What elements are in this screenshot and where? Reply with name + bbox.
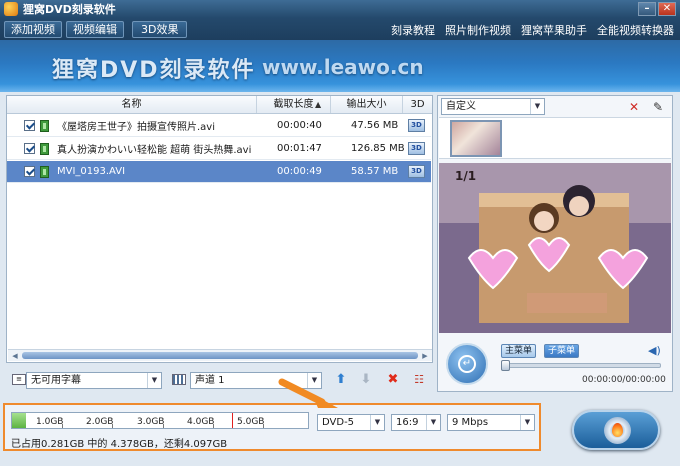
disc-tick-label: 5.0GB (237, 417, 265, 427)
3d-badge-icon[interactable]: 3D (408, 142, 425, 155)
subtitle-icon: ≡ (12, 374, 26, 385)
file-size: 47.56 MB (351, 120, 399, 131)
chevron-down-icon: ▼ (530, 99, 544, 114)
banner: 狸窝DVD刻录软件 www.leawo.cn (0, 40, 680, 92)
volume-icon[interactable]: ◀) (648, 344, 661, 357)
preview-overlay-text: 1/1 (455, 169, 477, 183)
edit-video-button[interactable]: 视频编辑 (66, 20, 124, 38)
remove-template-icon[interactable]: ✕ (626, 99, 642, 115)
pointer-arrow-icon (278, 378, 338, 408)
sub-menu-button[interactable]: 子菜单 (544, 344, 580, 358)
disc-tick-label: 1.0GB (36, 417, 64, 427)
row-checkbox[interactable] (24, 120, 35, 131)
add-video-button[interactable]: 添加视频 (4, 20, 62, 38)
audio-track-icon (172, 374, 186, 385)
menu-navigation-pad[interactable]: ↵ (446, 343, 488, 385)
disc-capacity-marker (232, 413, 233, 428)
bitrate-select[interactable]: 9 Mbps ▼ (447, 414, 535, 431)
top-links: 刻录教程 照片制作视频 狸窝苹果助手 全能视频转换器 (391, 22, 674, 38)
disc-tick-label: 3.0GB (137, 417, 165, 427)
disc-capacity-bar: 1.0GB 2.0GB 3.0GB 4.0GB 5.0GB (11, 412, 309, 429)
sort-arrow-icon: ▲ (315, 100, 322, 109)
preview-artwork (439, 163, 671, 333)
row-checkbox[interactable] (24, 143, 35, 154)
file-list-panel: 名称 截取长度 输出大小 3D ▲ 《屋塔房王世子》拍摄宣传照片.avi 00:… (6, 95, 433, 363)
aspect-ratio-select[interactable]: 16:9 ▼ (391, 414, 441, 431)
banner-url: www.leawo.cn (262, 55, 424, 79)
main-menu-button[interactable]: 主菜单 (501, 344, 537, 358)
table-row[interactable]: 《屋塔房王世子》拍摄宣传照片.avi 00:00:40 47.56 MB 3D (7, 115, 431, 137)
menu-template-value: 自定义 (446, 101, 476, 112)
video-file-icon (40, 142, 49, 155)
burn-button[interactable] (572, 410, 660, 450)
link-video-converter[interactable]: 全能视频转换器 (597, 22, 674, 38)
3d-badge-icon[interactable]: 3D (408, 119, 425, 132)
flame-icon (612, 423, 623, 437)
row-checkbox[interactable] (24, 166, 35, 177)
aspect-ratio-value: 16:9 (396, 417, 419, 428)
file-duration: 00:00:40 (277, 120, 322, 131)
file-duration: 00:01:47 (277, 143, 322, 154)
file-size: 126.85 MB (351, 143, 405, 154)
horizontal-scrollbar[interactable]: ◀ ▶ (8, 349, 432, 361)
file-size: 58.57 MB (351, 166, 399, 177)
minimize-icon[interactable]: – (638, 2, 656, 16)
disc-type-select[interactable]: DVD-5 ▼ (317, 414, 385, 431)
disc-type-value: DVD-5 (322, 417, 355, 428)
column-size[interactable]: 输出大小 (331, 96, 403, 113)
file-list-header: 名称 截取长度 输出大小 3D (7, 96, 432, 114)
subtitle-select[interactable]: 无可用字幕 ▼ (26, 372, 162, 389)
enter-icon[interactable]: ↵ (458, 355, 476, 373)
disc-settings-panel: 1.0GB 2.0GB 3.0GB 4.0GB 5.0GB 已占用0.281GB 中的 … (3, 403, 541, 451)
app-logo-icon (4, 2, 18, 16)
title-bar: 狸窝DVD刻录软件 – ✕ (0, 0, 680, 18)
template-thumbnail[interactable] (450, 120, 502, 157)
table-row[interactable]: MVI_0193.AVI 00:00:49 58.57 MB 3D (7, 161, 431, 183)
disc-status: 已占用0.281GB 中的 4.378GB，还剩4.097GB (11, 439, 228, 450)
file-name: MVI_0193.AVI (57, 166, 126, 177)
link-apple-assistant[interactable]: 狸窝苹果助手 (521, 22, 587, 38)
video-file-icon (40, 165, 49, 178)
edit-template-icon[interactable]: ✎ (650, 99, 666, 115)
disc-tick-label: 2.0GB (86, 417, 114, 427)
window-controls: – ✕ (638, 2, 676, 16)
column-3d[interactable]: 3D (403, 96, 432, 113)
playback-time: 00:00:00/00:00:00 (582, 375, 666, 385)
chevron-down-icon: ▼ (147, 373, 161, 388)
playback-slider[interactable] (501, 360, 661, 371)
slider-knob[interactable] (501, 360, 510, 371)
move-down-icon[interactable]: ⬇ (358, 372, 374, 388)
3d-effect-button[interactable]: 3D效果 (132, 20, 188, 38)
link-burn-tutorial[interactable]: 刻录教程 (391, 22, 435, 38)
chevron-down-icon: ▼ (520, 415, 534, 430)
window-title: 狸窝DVD刻录软件 (23, 3, 116, 16)
close-icon[interactable]: ✕ (658, 2, 676, 16)
delete-icon[interactable]: ✖ (385, 372, 401, 388)
clear-list-icon[interactable]: ☷ (411, 372, 427, 388)
video-file-icon (40, 119, 49, 132)
subtitle-value: 无可用字幕 (31, 375, 81, 386)
menu-preview: 1/1 (439, 163, 671, 333)
audio-track-value: 声道 1 (195, 375, 225, 386)
file-name: 真人扮演かわいい轻松能 超萌 街头热舞.avi (57, 145, 252, 156)
scroll-left-icon[interactable]: ◀ (9, 351, 21, 361)
table-row[interactable]: 真人扮演かわいい轻松能 超萌 街头热舞.avi 00:01:47 126.85 … (7, 138, 431, 160)
menu-template-select[interactable]: 自定义 ▼ (441, 98, 545, 115)
file-name: 《屋塔房王世子》拍摄宣传照片.avi (57, 122, 216, 133)
link-photo-video[interactable]: 照片制作视频 (445, 22, 511, 38)
3d-badge-icon[interactable]: 3D (408, 165, 425, 178)
chevron-down-icon: ▼ (426, 415, 440, 430)
scroll-right-icon[interactable]: ▶ (419, 351, 431, 361)
scroll-thumb[interactable] (22, 352, 418, 359)
disc-used-fill (12, 413, 26, 428)
disc-tick-label: 4.0GB (187, 417, 215, 427)
menu-bar: 添加视频 视频编辑 3D效果 刻录教程 照片制作视频 狸窝苹果助手 全能视频转换… (0, 18, 680, 40)
banner-title: 狸窝DVD刻录软件 (52, 58, 256, 83)
chevron-down-icon: ▼ (370, 415, 384, 430)
column-name[interactable]: 名称 (7, 96, 257, 113)
file-duration: 00:00:49 (277, 166, 322, 177)
bitrate-value: 9 Mbps (452, 417, 489, 428)
